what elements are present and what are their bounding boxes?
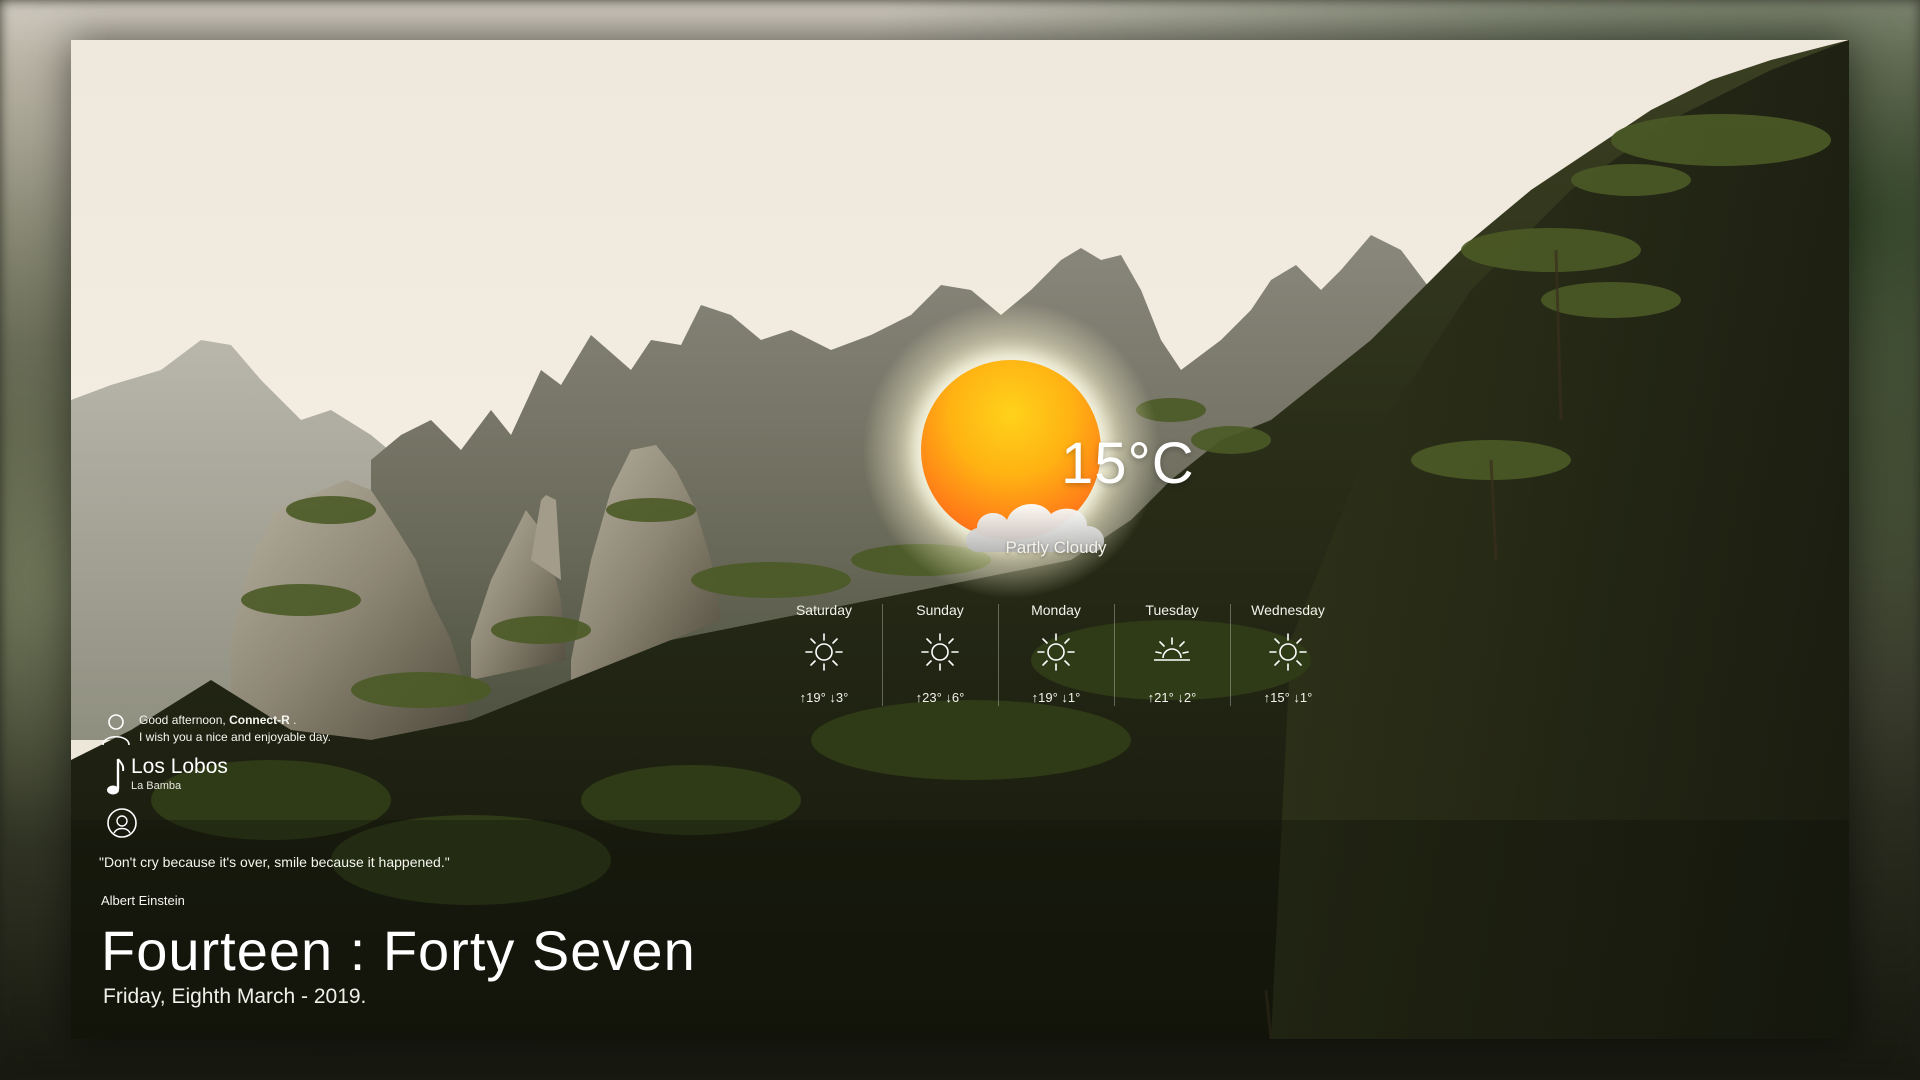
now-playing[interactable]: Los Lobos La Bamba [105, 755, 228, 797]
forecast-day: Tuesday ↑21° ↓2° [1114, 600, 1230, 710]
sun-icon [805, 633, 843, 671]
greeting-text: Good afternoon, Connect-R . I wish you a… [139, 712, 331, 746]
user-greeting: Good afternoon, Connect-R . I wish you a… [101, 712, 331, 746]
forecast-day-name: Tuesday [1145, 602, 1199, 618]
sunrise-icon [1154, 637, 1190, 661]
weather-forecast: Saturday ↑19° ↓3° Sunday ↑23° ↓6° Monday… [766, 600, 1346, 710]
music-note-icon [107, 758, 125, 795]
sun-icon [1037, 633, 1075, 671]
greeting-prefix: Good afternoon, [139, 713, 226, 727]
forecast-day-name: Wednesday [1251, 602, 1325, 618]
greeting-suffix: . [293, 713, 297, 727]
daily-quote: "Don't cry because it's over, smile beca… [99, 854, 450, 870]
user-icon [102, 714, 130, 746]
forecast-day: Sunday ↑23° ↓6° [882, 600, 998, 710]
assistant-icon[interactable] [105, 806, 139, 840]
forecast-day-name: Sunday [916, 602, 964, 618]
forecast-temps: ↑15° ↓1° [1263, 690, 1313, 705]
forecast-day: Saturday ↑19° ↓3° [766, 600, 882, 710]
sun-icon [1269, 633, 1307, 671]
clock-time: Fourteen : Forty Seven [101, 919, 696, 982]
clock-date: Friday, Eighth March - 2019. [103, 985, 367, 1008]
forecast-temps: ↑19° ↓3° [799, 690, 849, 705]
forecast-temps: ↑19° ↓1° [1031, 690, 1081, 705]
weather-condition: Partly Cloudy [1005, 538, 1107, 557]
greeting-message: I wish you a nice and enjoyable day. [139, 730, 331, 744]
forecast-day: Monday ↑19° ↓1° [998, 600, 1114, 710]
forecast-temps: ↑23° ↓6° [915, 690, 965, 705]
forecast-day-name: Monday [1031, 602, 1081, 618]
current-temperature: 15°C [1061, 431, 1195, 496]
greeting-username: Connect-R [229, 713, 290, 727]
track-artist: Los Lobos [131, 755, 228, 778]
forecast-day: Wednesday ↑15° ↓1° [1230, 600, 1346, 710]
forecast-day-name: Saturday [795, 602, 853, 618]
track-title: La Bamba [131, 780, 182, 792]
sun-icon [921, 633, 959, 671]
quote-author: Albert Einstein [101, 893, 185, 908]
forecast-temps: ↑21° ↓2° [1147, 690, 1197, 705]
desktop-screen: 15°C Partly Cloudy Saturday ↑19° ↓3° Sun… [71, 40, 1849, 1039]
